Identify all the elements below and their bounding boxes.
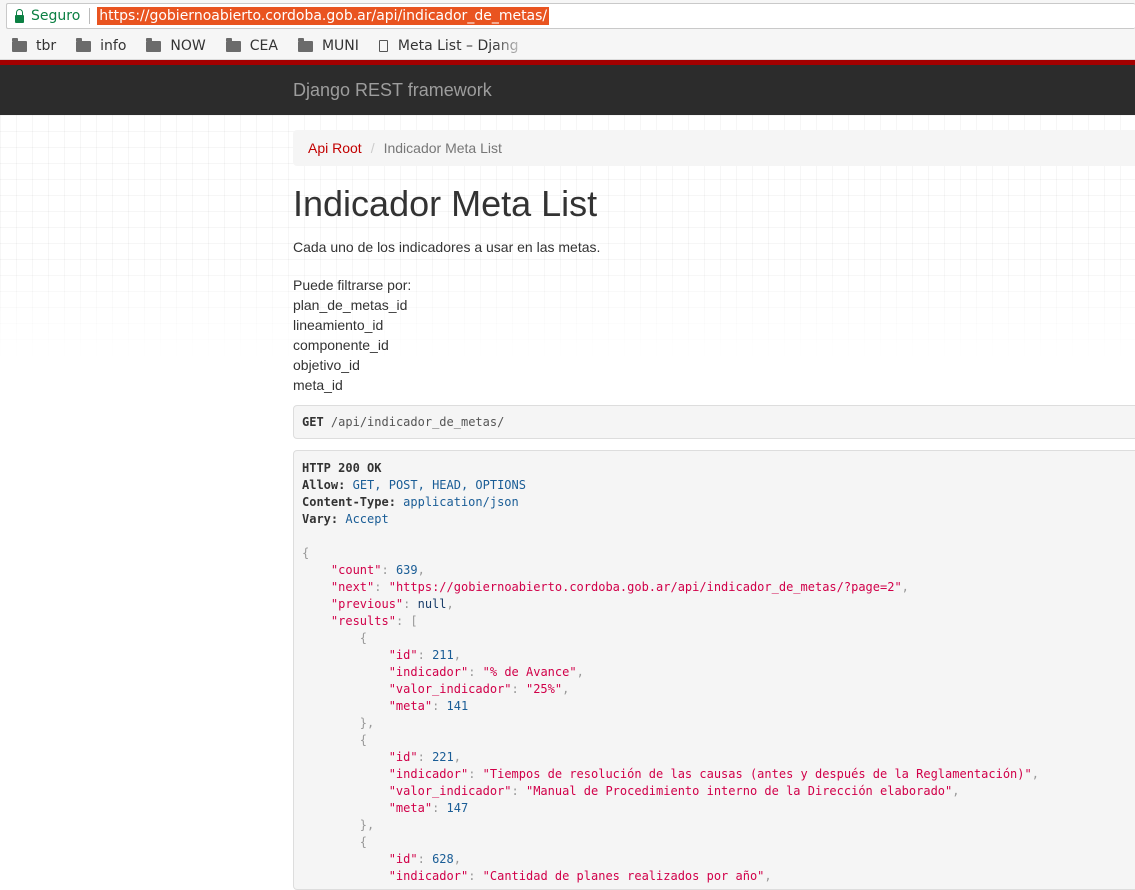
- filter-list: Puede filtrarse por: plan_de_metas_id li…: [293, 275, 411, 395]
- url-text[interactable]: https://gobiernoabierto.cordoba.gob.ar/a…: [97, 7, 550, 25]
- bookmark-cea[interactable]: CEA: [225, 37, 278, 54]
- request-path: /api/indicador_de_metas/: [330, 415, 505, 429]
- breadcrumb-divider: /: [370, 140, 375, 156]
- json-valor-indicador: "25%": [525, 682, 563, 696]
- header-value: application/json: [403, 495, 519, 509]
- response-status: HTTP 200 OK: [302, 461, 382, 475]
- description-text: Cada uno de los indicadores a usar en la…: [293, 239, 601, 255]
- lock-icon: [15, 8, 24, 23]
- json-previous: null: [417, 597, 447, 611]
- filter-item: componente_id: [293, 337, 389, 353]
- json-meta: 141: [446, 699, 469, 713]
- json-indicador: "Tiempos de resolución de las causas (an…: [482, 767, 1032, 781]
- folder-icon: [12, 37, 27, 52]
- json-next-link[interactable]: "https://gobiernoabierto.cordoba.gob.ar/…: [389, 580, 902, 594]
- filter-heading: Puede filtrarse por:: [293, 277, 412, 293]
- json-valor-indicador: "Manual de Procedimiento interno de la D…: [525, 784, 953, 798]
- address-bar[interactable]: Seguro https://gobiernoabierto.cordoba.g…: [6, 3, 1135, 29]
- page-icon: [378, 40, 388, 52]
- bookmark-now[interactable]: NOW: [146, 37, 206, 54]
- json-meta: 147: [446, 801, 469, 815]
- json-count: 639: [395, 563, 418, 577]
- bookmark-muni[interactable]: MUNI: [297, 37, 359, 54]
- page-description: Cada uno de los indicadores a usar en la…: [293, 237, 600, 257]
- browser-toolbar: Seguro https://gobiernoabierto.cordoba.g…: [0, 0, 1135, 33]
- breadcrumb-current: Indicador Meta List: [383, 140, 502, 156]
- header-value: GET, POST, HEAD, OPTIONS: [352, 478, 526, 492]
- filter-item: plan_de_metas_id: [293, 297, 408, 313]
- response-info: HTTP 200 OK Allow: GET, POST, HEAD, OPTI…: [293, 450, 1135, 890]
- filter-item: meta_id: [293, 377, 343, 393]
- folder-icon: [146, 37, 162, 52]
- request-method: GET: [302, 415, 324, 429]
- navbar: Django REST framework: [0, 60, 1135, 115]
- header-name: Vary:: [302, 512, 339, 526]
- breadcrumb: Api Root / Indicador Meta List: [293, 130, 1135, 166]
- bookmarks-bar: tbr info NOW CEA MUNI Meta List – Djang: [0, 33, 1135, 60]
- json-indicador: "Cantidad de planes realizados por año": [482, 869, 765, 883]
- bookmark-meta-list[interactable]: Meta List – Djang: [378, 38, 518, 54]
- navbar-brand[interactable]: Django REST framework: [293, 80, 492, 101]
- json-indicador: "% de Avance": [482, 665, 577, 679]
- bookmark-info[interactable]: info: [76, 37, 126, 54]
- header-value: Accept: [345, 512, 389, 526]
- json-id: 211: [432, 648, 454, 662]
- page-title: Indicador Meta List: [293, 183, 598, 224]
- folder-icon: [225, 37, 241, 52]
- header-name: Content-Type:: [302, 495, 396, 509]
- json-id: 628: [432, 852, 454, 866]
- bookmark-tbr[interactable]: tbr: [12, 37, 56, 54]
- folder-icon: [297, 37, 313, 52]
- filter-item: objetivo_id: [293, 357, 360, 373]
- json-id: 221: [432, 750, 454, 764]
- header-name: Allow:: [302, 478, 346, 492]
- request-info: GET /api/indicador_de_metas/: [293, 405, 1135, 439]
- address-separator: [89, 8, 91, 24]
- folder-icon: [76, 37, 92, 52]
- filter-item: lineamiento_id: [293, 317, 384, 333]
- secure-label: Seguro: [31, 8, 81, 24]
- breadcrumb-api-root[interactable]: Api Root: [308, 140, 362, 156]
